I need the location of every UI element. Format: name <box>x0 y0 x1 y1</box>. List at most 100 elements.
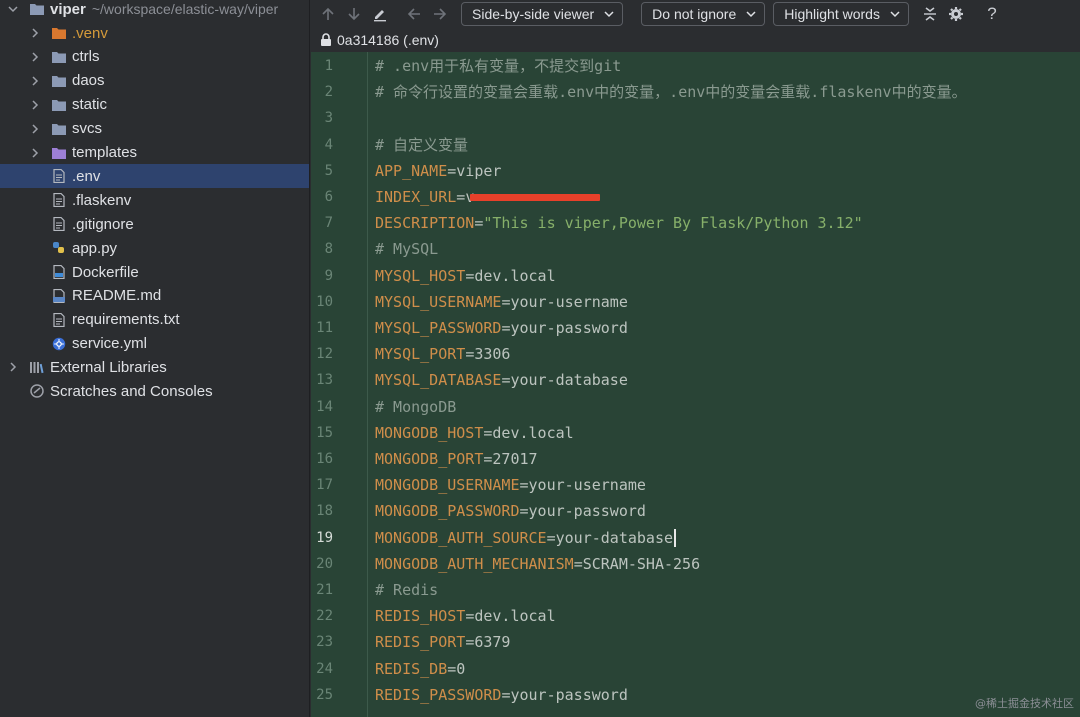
string-value: "This is viper,Power By Flask/Python 3.1… <box>483 214 863 233</box>
tree-item-app-py[interactable]: app.py <box>0 236 309 260</box>
code-line[interactable]: MYSQL_HOST=dev.local <box>375 263 556 289</box>
kubernetes-yaml-icon <box>50 336 68 352</box>
code-line[interactable]: MYSQL_PORT=3306 <box>375 341 510 367</box>
chevron-down-icon <box>746 9 756 19</box>
env-value: dev.local <box>492 423 574 442</box>
env-key: MONGODB_HOST <box>375 423 484 442</box>
code-line[interactable]: REDIS_DB=0 <box>375 656 465 682</box>
line-number: 21 <box>316 582 333 598</box>
assign-operator: = <box>456 188 466 206</box>
chevron-right-icon[interactable] <box>28 50 42 64</box>
tree-item-daos[interactable]: daos <box>0 69 309 93</box>
env-value: 27017 <box>492 450 538 468</box>
tree-item-svcs[interactable]: svcs <box>0 117 309 141</box>
markdown-file-icon <box>50 288 68 304</box>
env-key: MYSQL_DATABASE <box>375 371 502 390</box>
tree-item-dockerfile[interactable]: Dockerfile <box>0 260 309 284</box>
line-number: 4 <box>324 136 333 153</box>
chevron-right-icon[interactable] <box>6 360 20 374</box>
chevron-down-icon[interactable] <box>6 2 20 16</box>
code-line[interactable]: MONGODB_PASSWORD=your-password <box>375 498 646 524</box>
line-number: 1 <box>324 58 333 74</box>
tree-item-env[interactable]: .env <box>0 164 309 189</box>
help-button[interactable]: ? <box>979 2 1005 26</box>
tree-item-label: .venv <box>72 24 108 42</box>
tree-item-requirements-txt[interactable]: requirements.txt <box>0 308 309 332</box>
collapse-unchanged-icon[interactable] <box>917 2 943 26</box>
code-line[interactable]: APP_NAME=viper <box>375 158 501 184</box>
code-line[interactable]: MYSQL_PASSWORD=your-password <box>375 315 628 341</box>
code-line[interactable]: MYSQL_USERNAME=your-username <box>375 289 628 315</box>
chevron-right-icon[interactable] <box>28 26 42 40</box>
code-comment: # 命令行设置的变量会重载.env中的变量，.env中的变量会重载.flaske… <box>375 83 967 102</box>
tree-item-venv[interactable]: .venv <box>0 21 309 45</box>
chevron-right-icon[interactable] <box>28 74 42 88</box>
edit-pencil-icon[interactable] <box>367 2 393 26</box>
tree-item-label: templates <box>72 144 138 161</box>
assign-operator: = <box>465 607 475 626</box>
scratches-node[interactable]: Scratches and Consoles <box>0 379 309 403</box>
tree-root-viper[interactable]: viper ~/workspace/elastic-way/viper <box>0 0 309 21</box>
code-line[interactable]: # 自定义变量 <box>375 132 468 158</box>
tree-item-label: app.py <box>72 239 118 257</box>
code-line[interactable]: MONGODB_AUTH_SOURCE=your-database <box>375 525 677 551</box>
code-line[interactable]: # 命令行设置的变量会重载.env中的变量，.env中的变量会重载.flaske… <box>375 79 967 105</box>
code-line[interactable]: # Redis <box>375 577 438 603</box>
arrow-right-icon[interactable] <box>427 2 453 26</box>
env-key: APP_NAME <box>375 161 448 180</box>
folder-icon <box>28 1 46 17</box>
env-value: your-username <box>528 476 646 495</box>
tree-item-service-yml[interactable]: service.yml <box>0 332 309 356</box>
env-value: your-password <box>510 685 628 704</box>
tree-item-static[interactable]: static <box>0 93 309 117</box>
ignore-whitespace-dropdown[interactable]: Do not ignore <box>641 2 766 26</box>
text-file-icon <box>50 168 68 184</box>
env-value: 3306 <box>474 345 511 364</box>
templates-folder-icon <box>50 145 68 161</box>
code-editor[interactable]: 1 2 3 4 5 6 7 8 9 10 11 12 13 14 15 16 17 18 19 20 21 22 23 24 2… <box>311 52 1080 717</box>
code-line[interactable]: MONGODB_PORT=27017 <box>375 446 538 472</box>
arrow-left-icon[interactable] <box>401 2 427 26</box>
chevron-right-icon[interactable] <box>28 146 42 160</box>
line-number: 11 <box>316 320 333 336</box>
tree-item-gitignore[interactable]: .gitignore <box>0 212 309 236</box>
code-line[interactable]: REDIS_PASSWORD=your-password <box>375 682 628 708</box>
project-tree: viper ~/workspace/elastic-way/viper .ven… <box>0 0 310 717</box>
tree-item-label: .env <box>72 167 101 185</box>
viewer-mode-dropdown[interactable]: Side-by-side viewer <box>461 2 624 26</box>
env-key: DESCRIPTION <box>375 214 475 233</box>
env-key: MONGODB_USERNAME <box>375 476 520 495</box>
code-line[interactable]: # MySQL <box>375 236 438 262</box>
line-number: 7 <box>324 215 333 232</box>
folder-icon <box>50 121 68 137</box>
external-libraries-label: External Libraries <box>50 358 167 376</box>
code-line[interactable]: MYSQL_DATABASE=your-database <box>375 367 628 393</box>
code-comment: # .env用于私有变量，不提交到git <box>375 57 622 75</box>
code-line[interactable]: MONGODB_AUTH_MECHANISM=SCRAM-SHA-256 <box>375 551 700 577</box>
chevron-right-icon[interactable] <box>28 122 42 136</box>
highlight-mode-dropdown[interactable]: Highlight words <box>773 2 909 26</box>
code-line[interactable]: # MongoDB <box>375 394 456 420</box>
code-line[interactable]: DESCRIPTION="This is viper,Power By Flas… <box>375 210 863 236</box>
chevron-right-icon[interactable] <box>28 98 42 112</box>
code-line[interactable]: REDIS_HOST=dev.local <box>375 603 556 629</box>
arrow-up-icon[interactable] <box>315 2 341 26</box>
tree-item-label: .gitignore <box>72 215 134 233</box>
tree-item-readme-md[interactable]: README.md <box>0 284 309 308</box>
tree-item-ctrls[interactable]: ctrls <box>0 45 309 69</box>
tree-item-templates[interactable]: templates <box>0 141 309 165</box>
code-line[interactable]: MONGODB_HOST=dev.local <box>375 420 574 446</box>
env-value: 0 <box>456 659 466 678</box>
code-line[interactable]: MONGODB_USERNAME=your-username <box>375 472 646 498</box>
tree-item-flaskenv[interactable]: .flaskenv <box>0 188 309 212</box>
code-line[interactable]: REDIS_PORT=6379 <box>375 629 510 655</box>
arrow-down-icon[interactable] <box>341 2 367 26</box>
code-line[interactable]: INDEX_URL=v <box>375 184 601 210</box>
env-key: MONGODB_PASSWORD <box>375 502 520 521</box>
env-key: MYSQL_HOST <box>375 266 466 285</box>
env-key: REDIS_DB <box>375 659 448 678</box>
external-libraries-node[interactable]: External Libraries <box>0 355 309 379</box>
gear-icon[interactable] <box>943 2 969 26</box>
watermark: @稀土掘金技术社区 <box>975 697 1074 710</box>
code-line[interactable]: # .env用于私有变量，不提交到git <box>375 53 621 79</box>
